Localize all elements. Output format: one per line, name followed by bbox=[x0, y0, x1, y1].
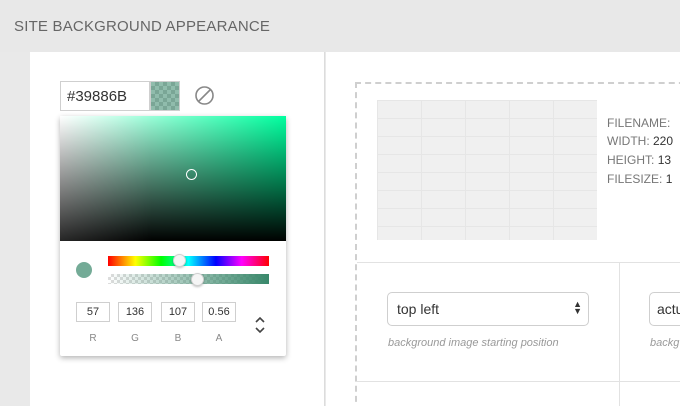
blue-label: B bbox=[174, 333, 182, 344]
saturation-value-area[interactable] bbox=[60, 116, 286, 241]
red-input[interactable]: 57 bbox=[76, 302, 110, 322]
hex-color-input[interactable]: #39886B bbox=[60, 81, 150, 111]
divider bbox=[619, 262, 620, 406]
hue-slider[interactable] bbox=[108, 256, 269, 266]
alpha-label: A bbox=[215, 333, 223, 344]
color-picker-popup: 57 136 107 0.56 R G B A bbox=[60, 116, 286, 356]
alpha-slider-handle[interactable] bbox=[191, 273, 204, 286]
alpha-slider[interactable] bbox=[108, 274, 269, 284]
blue-input[interactable]: 107 bbox=[161, 302, 195, 322]
position-select[interactable]: top left ▲ ▼ bbox=[387, 292, 589, 326]
alpha-input[interactable]: 0.56 bbox=[202, 302, 236, 322]
select-arrow-icon: ▲ ▼ bbox=[573, 299, 582, 316]
attachment-select[interactable]: actu bbox=[649, 292, 680, 326]
meta-height: HEIGHT: 13 bbox=[607, 153, 672, 167]
chevron-up-down-icon[interactable] bbox=[254, 314, 266, 336]
position-select-value: top left bbox=[397, 301, 440, 317]
page-title: SITE BACKGROUND APPEARANCE bbox=[14, 18, 271, 35]
divider bbox=[357, 262, 680, 263]
green-input[interactable]: 136 bbox=[118, 302, 152, 322]
meta-width: WIDTH: 220 bbox=[607, 134, 674, 148]
background-image-thumbnail bbox=[377, 100, 597, 240]
meta-filename: FILENAME: bbox=[607, 116, 671, 130]
page-header: SITE BACKGROUND APPEARANCE bbox=[0, 0, 680, 52]
saturation-handle[interactable] bbox=[186, 169, 197, 180]
position-hint: background image starting position bbox=[388, 337, 559, 349]
meta-filesize: FILESIZE: 1 bbox=[607, 172, 673, 186]
attachment-hint: backg bbox=[650, 337, 680, 349]
red-label: R bbox=[89, 333, 97, 344]
color-swatch[interactable] bbox=[150, 81, 180, 111]
hue-slider-handle[interactable] bbox=[173, 254, 186, 267]
green-label: G bbox=[131, 333, 139, 344]
divider bbox=[357, 381, 680, 382]
color-preview-dot bbox=[76, 262, 92, 278]
attachment-select-value: actu bbox=[657, 301, 680, 317]
no-color-icon[interactable] bbox=[194, 85, 215, 106]
